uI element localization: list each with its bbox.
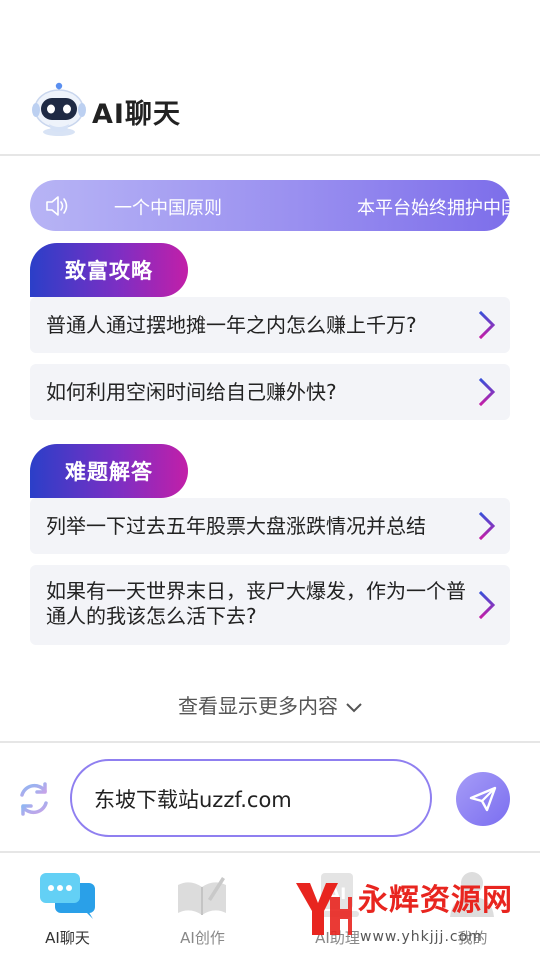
message-input-wrapper xyxy=(70,759,432,837)
question-item[interactable]: 普通人通过摆地摊一年之内怎么赚上千万? xyxy=(30,297,510,353)
question-text: 如何利用空闲时间给自己赚外快? xyxy=(46,380,337,404)
chevron-right-icon xyxy=(478,311,496,339)
question-text: 如果有一天世界末日，丧尸大爆发，作为一个普通人的我该怎么活下去? xyxy=(46,579,466,628)
speaker-icon xyxy=(46,196,68,216)
section-title-answers: 难题解答 xyxy=(30,444,188,498)
chevron-right-icon xyxy=(478,512,496,540)
page-title: AI聊天 xyxy=(92,99,181,130)
show-more-label: 查看显示更多内容 xyxy=(178,694,338,718)
robot-logo-icon xyxy=(32,82,86,136)
message-input[interactable] xyxy=(94,781,404,817)
chevron-down-icon xyxy=(346,702,362,712)
question-item[interactable]: 如何利用空闲时间给自己赚外快? xyxy=(30,364,510,420)
refresh-icon[interactable] xyxy=(14,779,54,819)
chat-bubble-icon xyxy=(40,873,95,919)
tab-ai-chat[interactable]: AI聊天 xyxy=(0,855,135,960)
composer-bar xyxy=(0,741,540,853)
send-button[interactable] xyxy=(456,772,510,826)
notice-text-right: 本平台始终拥护中国 xyxy=(357,198,510,219)
chevron-right-icon xyxy=(478,378,496,406)
notice-banner[interactable]: 一个中国原则 本平台始终拥护中国 xyxy=(30,180,510,231)
section-title-wealth: 致富攻略 xyxy=(30,243,188,297)
book-icon xyxy=(178,877,226,915)
app-header: AI聊天 xyxy=(0,0,540,156)
notice-text-left: 一个中国原则 xyxy=(114,198,222,219)
watermark-logo-icon xyxy=(296,883,352,935)
question-item[interactable]: 如果有一天世界末日，丧尸大爆发，作为一个普通人的我该怎么活下去? xyxy=(30,565,510,645)
watermark: 永辉资源网 www.yhkjjj.com xyxy=(292,873,532,953)
watermark-url: www.yhkjjj.com xyxy=(360,929,483,945)
tab-label: AI创作 xyxy=(180,929,225,947)
show-more-link[interactable]: 查看显示更多内容 xyxy=(0,690,540,719)
question-item[interactable]: 列举一下过去五年股票大盘涨跌情况并总结 xyxy=(30,498,510,554)
chevron-right-icon xyxy=(478,591,496,619)
send-icon xyxy=(469,786,497,812)
watermark-name: 永辉资源网 xyxy=(358,883,513,918)
tab-label: AI聊天 xyxy=(45,929,90,947)
tab-ai-create[interactable]: AI创作 xyxy=(135,855,270,960)
question-text: 列举一下过去五年股票大盘涨跌情况并总结 xyxy=(46,514,426,538)
question-text: 普通人通过摆地摊一年之内怎么赚上千万? xyxy=(46,313,417,337)
